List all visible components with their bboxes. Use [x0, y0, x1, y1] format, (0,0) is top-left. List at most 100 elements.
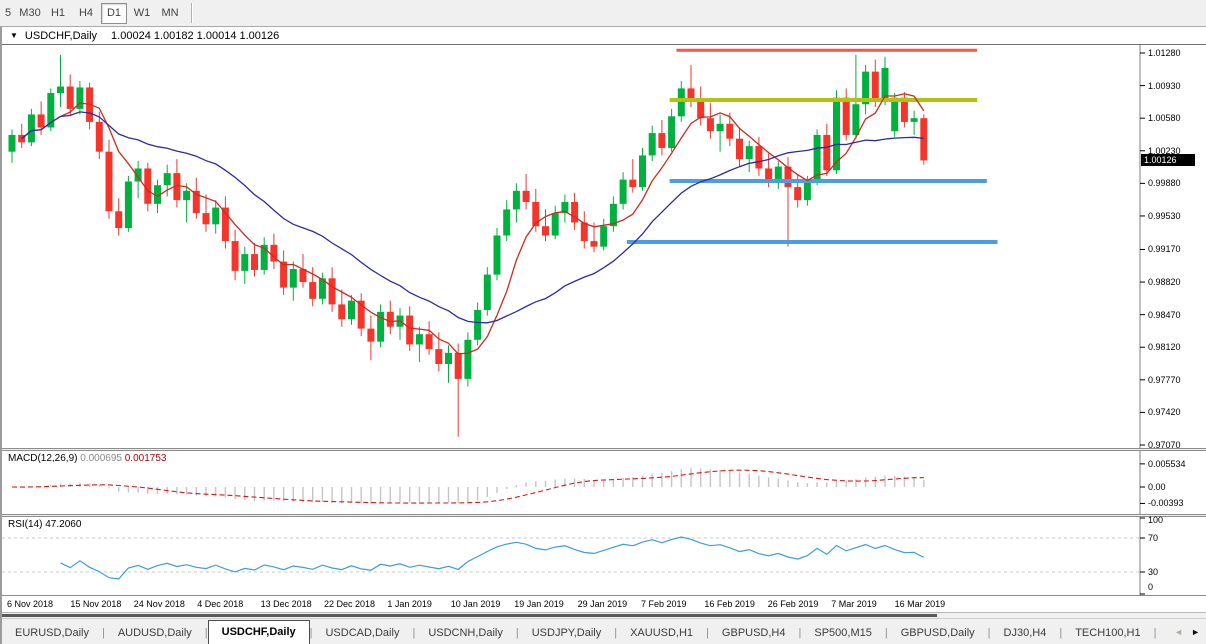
tab-sp500-m15[interactable]: SP500,M15	[801, 623, 884, 644]
date-tick-label: 15 Nov 2018	[70, 599, 121, 609]
candle-body	[474, 310, 481, 340]
scrollbar-thumb[interactable]	[2, 614, 937, 617]
date-tick-label: 26 Feb 2019	[768, 599, 819, 609]
candle-body	[464, 340, 471, 379]
chart-ohlc-values: 1.00024 1.00182 1.00014 1.00126	[111, 30, 279, 42]
candle-body	[707, 118, 714, 131]
price-tick-label: 0.99880	[1148, 178, 1181, 188]
candle-body	[823, 135, 830, 170]
candle-body	[717, 124, 724, 131]
tab-tech100-h1[interactable]: TECH100,H1	[1062, 623, 1153, 644]
candle-body	[406, 316, 413, 345]
candle-body	[571, 202, 578, 222]
date-tick-label: 7 Mar 2019	[831, 599, 877, 609]
date-tick-label: 22 Dec 2018	[324, 599, 375, 609]
candle-body	[911, 118, 918, 122]
timeframe-button-w1[interactable]: W1	[129, 3, 155, 24]
chart-canvas[interactable]	[2, 517, 1206, 595]
tab-scroll-right-icon[interactable]: ►	[1187, 627, 1204, 637]
candle-body	[843, 98, 850, 135]
price-tick-label: 0.99530	[1148, 211, 1181, 221]
date-tick-label: 16 Feb 2019	[704, 599, 755, 609]
candle-body	[144, 168, 151, 203]
candle-body	[513, 191, 520, 210]
tab-usdcnh-daily[interactable]: USDCNH,Daily	[415, 623, 516, 644]
toolbar-separator	[191, 3, 193, 23]
timeframe-button-mn[interactable]: MN	[157, 3, 183, 24]
candle-body	[203, 213, 210, 224]
candle-body	[581, 222, 588, 241]
candle-body	[494, 235, 501, 274]
candle-body	[38, 114, 45, 127]
chart-tab-bar: EURUSD,Daily|AUDUSD,Daily|USDCHF,Daily|U…	[2, 618, 1206, 644]
macd-axis-label: 0.00	[1148, 482, 1166, 492]
candle-body	[125, 181, 132, 228]
tab-usdcad-daily[interactable]: USDCAD,Daily	[312, 623, 412, 644]
candle-body	[290, 269, 297, 288]
tab-usdjpy-daily[interactable]: USDJPY,Daily	[519, 623, 615, 644]
tab-eurusd-daily[interactable]: EURUSD,Daily	[2, 623, 102, 644]
date-tick-label: 1 Jan 2019	[387, 599, 432, 609]
macd-pane: MACD(12,26,9) 0.000695 0.001753 0.005534…	[2, 451, 1206, 514]
tab-scroll-left-icon[interactable]: ◄	[1170, 627, 1187, 637]
rsi-pane: RSI(14) 47.2060 10070300	[2, 517, 1206, 595]
candle-body	[329, 278, 336, 304]
chart-window: ▼ USDCHF,Daily 1.00024 1.00182 1.00014 1…	[0, 27, 1206, 644]
date-tick-label: 13 Dec 2018	[261, 599, 312, 609]
candle-body	[484, 275, 491, 310]
rsi-axis-label: 70	[1148, 533, 1158, 543]
candle-body	[280, 262, 287, 288]
timeframe-button-5[interactable]: 5	[1, 3, 15, 24]
macd-main-value: 0.000695	[80, 453, 122, 464]
chart-title-bar: ▼ USDCHF,Daily 1.00024 1.00182 1.00014 1…	[2, 27, 1206, 45]
candle-body	[435, 349, 442, 364]
candle-body	[872, 72, 879, 100]
candle-body	[639, 155, 646, 187]
tab-xauusd-h1[interactable]: XAUUSD,H1	[617, 623, 706, 644]
timeframe-button-m30[interactable]: M30	[17, 3, 43, 24]
candle-body	[552, 213, 559, 235]
candle-body	[658, 133, 665, 148]
candle-body	[338, 304, 345, 319]
date-axis[interactable]: 6 Nov 201815 Nov 201824 Nov 20184 Dec 20…	[2, 595, 1206, 612]
tab-gbpusd-daily[interactable]: GBPUSD,Daily	[888, 623, 988, 644]
tab-dj30-h4[interactable]: DJ30,H4	[991, 623, 1060, 644]
candle-body	[416, 334, 423, 344]
candle-body	[688, 88, 695, 99]
chart-canvas[interactable]	[2, 451, 1206, 514]
candle-body	[96, 122, 103, 152]
candle-body	[726, 124, 733, 139]
price-tick-label: 0.98470	[1148, 310, 1181, 320]
candle-body	[367, 329, 374, 342]
date-tick-label: 7 Feb 2019	[641, 599, 687, 609]
timeframe-button-h1[interactable]: H1	[45, 3, 71, 24]
candle-body	[348, 301, 355, 320]
tab-ui[interactable]: UI	[1156, 623, 1170, 644]
candle-body	[678, 88, 685, 116]
chart-dropdown-icon[interactable]: ▼	[10, 31, 18, 40]
timeframe-button-h4[interactable]: H4	[73, 3, 99, 24]
horizontal-scrollbar[interactable]	[2, 612, 1206, 618]
tab-gbpusd-h4[interactable]: GBPUSD,H4	[709, 623, 799, 644]
timeframe-button-d1[interactable]: D1	[101, 3, 127, 24]
price-tick-label: 0.97420	[1148, 407, 1181, 417]
tab-usdchf-daily[interactable]: USDCHF,Daily	[208, 620, 310, 644]
candle-body	[746, 146, 753, 159]
metatrader-window: 5M30H1H4D1W1MN ▼ USDCHF,Daily 1.00024 1.…	[0, 0, 1206, 644]
date-tick-label: 10 Jan 2019	[451, 599, 501, 609]
candle-body	[629, 180, 636, 187]
candle-body	[212, 208, 219, 225]
price-tick-label: 0.99170	[1148, 244, 1181, 254]
candle-body	[775, 167, 782, 180]
current-price-tag: 1.00126	[1141, 154, 1195, 166]
candle-body	[232, 241, 239, 271]
rsi-value: 47.2060	[45, 519, 81, 530]
macd-signal-value: 0.001753	[125, 453, 167, 464]
candle-body	[164, 173, 171, 185]
tab-audusd-daily[interactable]: AUDUSD,Daily	[105, 623, 205, 644]
chart-canvas[interactable]	[2, 45, 1206, 448]
rsi-label: RSI(14) 47.2060	[8, 519, 81, 530]
candle-body	[668, 116, 675, 148]
tab-scroll-arrows: ◄►	[1170, 619, 1206, 644]
candle-body	[736, 139, 743, 159]
